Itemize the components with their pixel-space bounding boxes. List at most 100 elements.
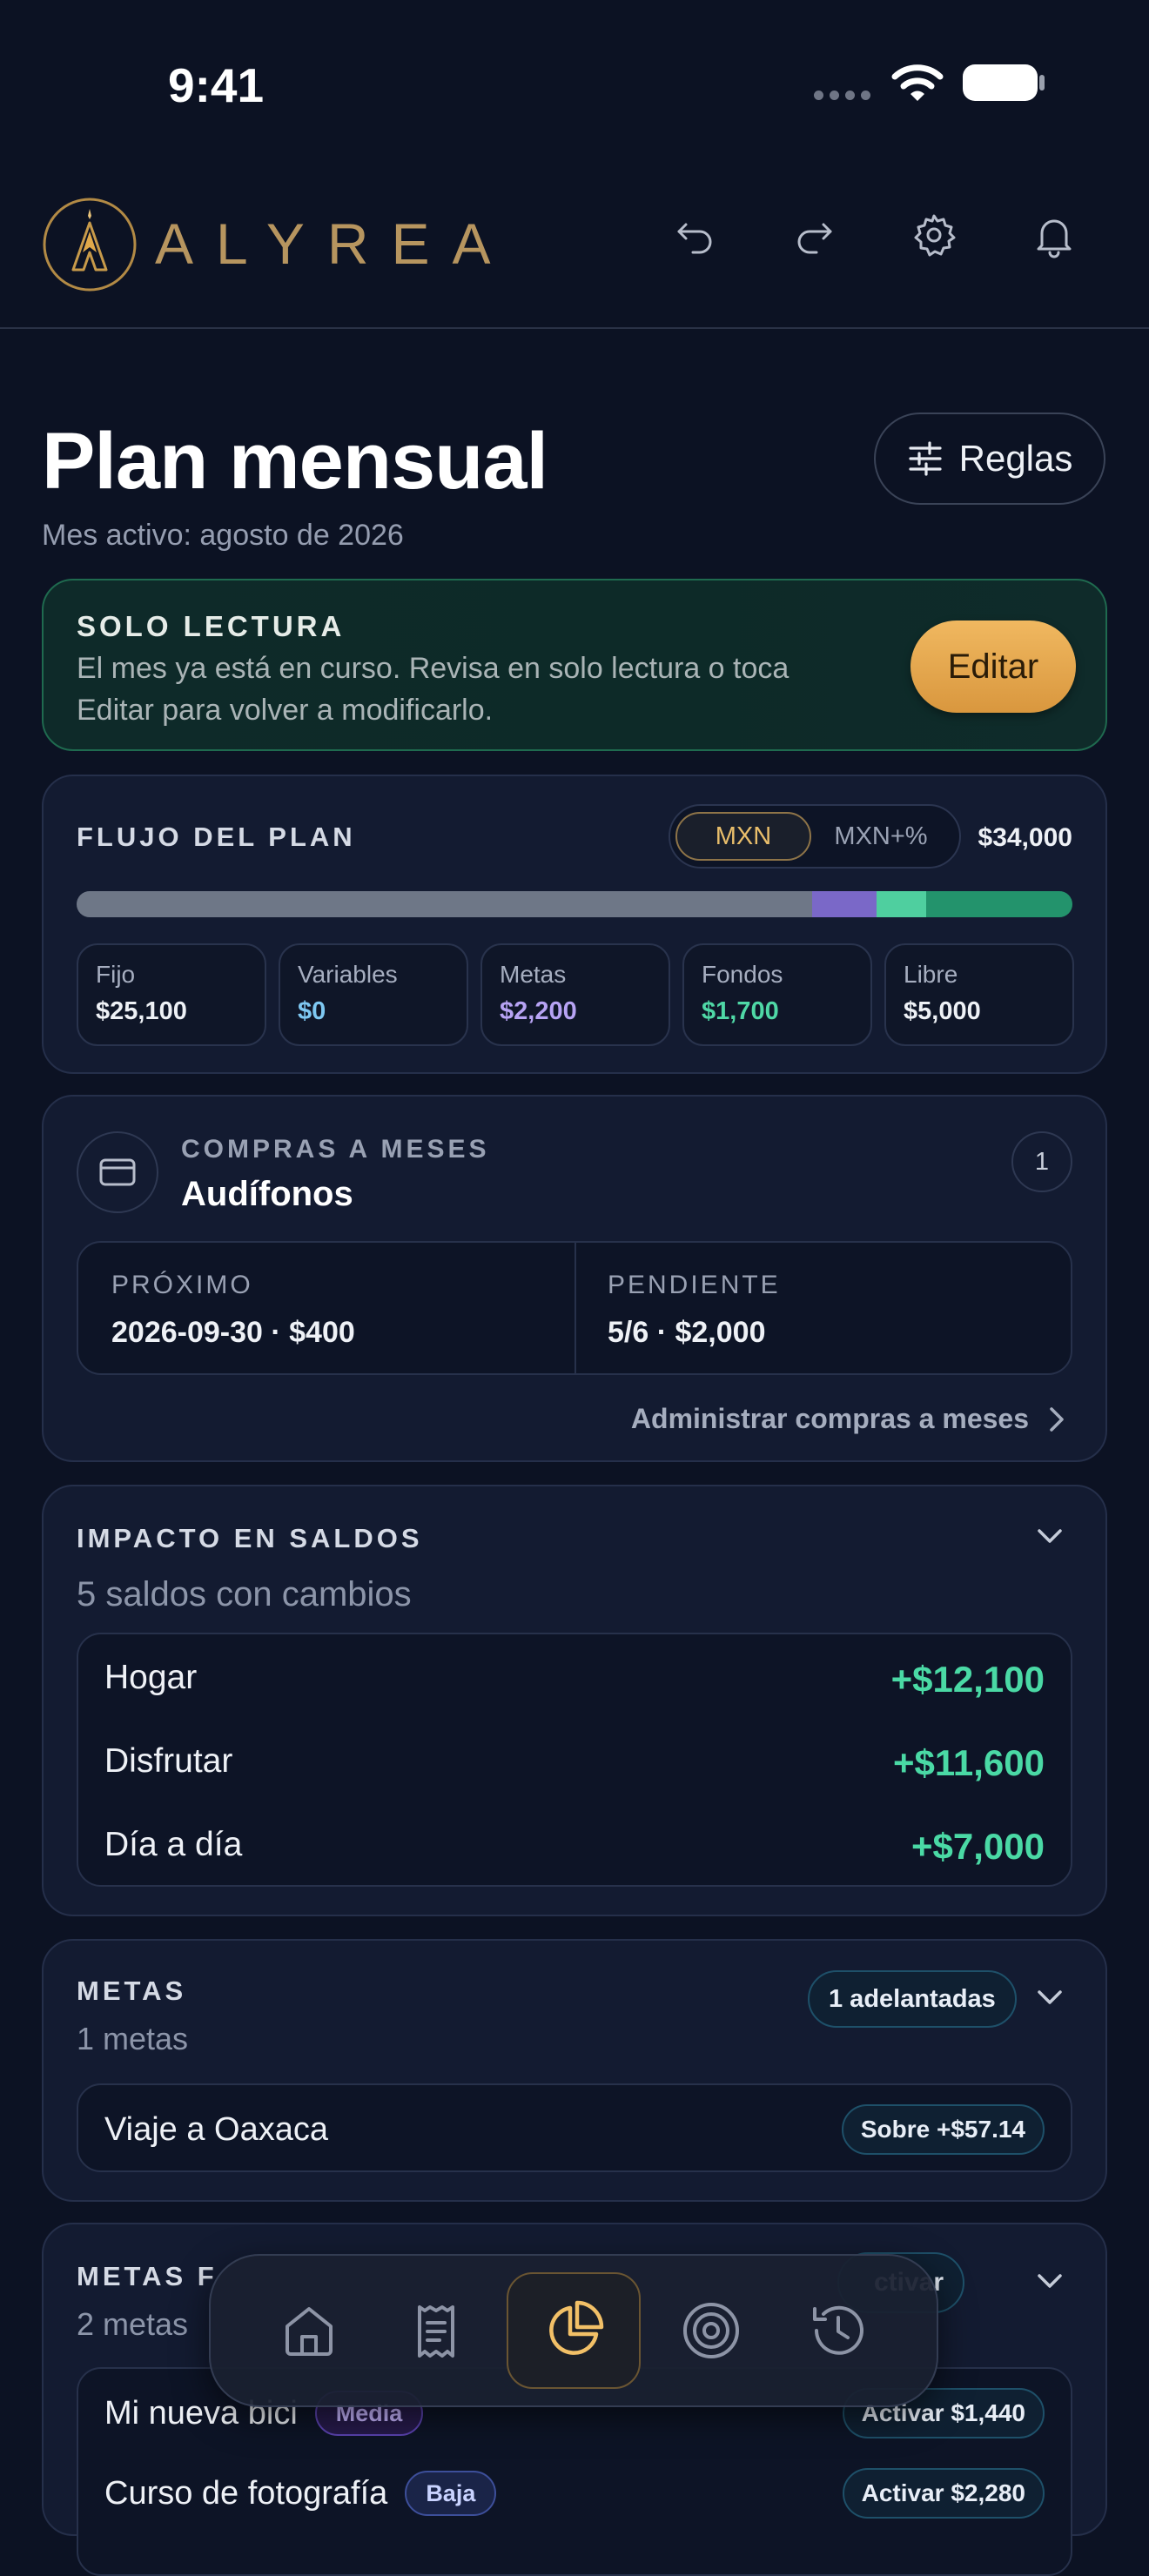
redo-icon	[797, 223, 832, 254]
segment-libre: Libre $5,000	[884, 943, 1074, 1046]
segment-fijo-label: Fijo	[96, 961, 136, 988]
redo-button[interactable]	[789, 209, 841, 261]
segment-metas-label: Metas	[500, 961, 567, 988]
future-goals-subtitle: 2 metas	[77, 2306, 189, 2342]
future-goal-item[interactable]: Curso de fotografía Baja Activar $2,280	[104, 2463, 1045, 2524]
plan-flow-bar	[77, 891, 1072, 917]
impact-collapse-button[interactable]	[1032, 1519, 1067, 1554]
brand-logo-icon	[43, 198, 137, 292]
tab-goals[interactable]	[655, 2274, 768, 2387]
impact-subtitle: 5 saldos con cambios	[77, 1575, 412, 1613]
goals-ahead-badge: 1 adelantadas	[808, 1970, 1017, 2028]
impact-row-name: Día a día	[104, 1826, 243, 1863]
goals-card: METAS 1 metas 1 adelantadas Viaje a Oaxa…	[42, 1939, 1107, 2202]
readonly-title: SOLO LECTURA	[77, 610, 346, 642]
future-goals-collapse-button[interactable]	[1032, 2264, 1067, 2299]
segment-fijo: Fijo $25,100	[77, 943, 266, 1046]
settings-button[interactable]	[908, 209, 960, 261]
segment-fondos: Fondos $1,700	[682, 943, 872, 1046]
impact-row-value: +$12,100	[890, 1659, 1045, 1700]
rules-button[interactable]: Reglas	[874, 413, 1105, 505]
impact-row-value: +$11,600	[892, 1742, 1045, 1783]
installments-item: Audífonos	[181, 1175, 353, 1213]
app-header: ALYREA	[0, 165, 1149, 329]
battery-icon	[963, 64, 1038, 101]
details-divider	[574, 1243, 576, 1373]
flow-bar-segment	[876, 891, 926, 917]
toggle-mxn[interactable]: MXN	[675, 812, 811, 861]
segment-libre-label: Libre	[904, 961, 958, 988]
flow-bar-segment	[811, 891, 877, 917]
currency-toggle: MXN MXN+%	[669, 804, 961, 869]
edit-button-label: Editar	[947, 647, 1039, 686]
manage-installments-link[interactable]: Administrar compras a meses	[631, 1403, 1067, 1435]
goals-subtitle: 1 metas	[77, 2021, 189, 2056]
plan-flow-card: FLUJO DEL PLAN MXN MXN+% $34,000 Fijo $2…	[42, 775, 1107, 1074]
manage-installments-label: Administrar compras a meses	[630, 1403, 1029, 1434]
tab-history[interactable]	[782, 2274, 895, 2387]
readonly-text-line2: Editar para volver a modificarlo.	[77, 694, 494, 727]
sliders-icon	[909, 441, 942, 476]
installments-card: COMPRAS A MESES Audífonos 1 PRÓXIMO 2026…	[42, 1095, 1107, 1462]
signal-icon	[814, 91, 870, 100]
home-icon	[286, 2307, 333, 2356]
impact-row-value: +$7,000	[911, 1826, 1045, 1867]
undo-icon	[677, 223, 712, 254]
impact-row: Día a día +$7,000	[104, 1826, 1045, 1878]
impact-list: Hogar +$12,100 Disfrutar +$11,600 Día a …	[77, 1633, 1072, 1887]
impact-title: IMPACTO EN SALDOS	[77, 1523, 423, 1553]
plan-total: $34,000	[978, 823, 1072, 852]
readonly-text-line1: El mes ya está en curso. Revisa en solo …	[77, 652, 790, 685]
installments-count-badge: 1	[1011, 1131, 1072, 1192]
impact-row: Hogar +$12,100	[104, 1659, 1045, 1711]
tab-plan[interactable]	[507, 2272, 641, 2389]
target-icon	[683, 2303, 739, 2358]
flow-bar-segment	[77, 891, 812, 917]
readonly-banner: SOLO LECTURA El mes ya está en curso. Re…	[42, 579, 1107, 751]
rules-button-label: Reglas	[958, 438, 1073, 479]
future-goal-activate-button[interactable]: Activar $2,280	[842, 2468, 1045, 2519]
status-bar: 9:41	[0, 0, 1149, 165]
segment-variables-label: Variables	[298, 961, 398, 988]
undo-button[interactable]	[669, 209, 721, 261]
segment-fijo-value: $25,100	[96, 997, 187, 1025]
segment-metas-value: $2,200	[500, 997, 577, 1025]
toggle-mxn-percent-label: MXN+%	[834, 822, 928, 850]
future-goal-priority: Baja	[405, 2471, 497, 2516]
plan-flow-title: FLUJO DEL PLAN	[77, 822, 356, 852]
goals-collapse-button[interactable]	[1032, 1981, 1067, 2016]
future-goal-name: Curso de fotografía	[104, 2474, 388, 2512]
chevron-right-icon	[1050, 1406, 1064, 1432]
edit-button[interactable]: Editar	[910, 621, 1076, 713]
segment-fondos-value: $1,700	[702, 997, 779, 1025]
battery-cap	[1039, 75, 1045, 91]
segment-libre-value: $5,000	[904, 997, 981, 1025]
goals-title: METAS	[77, 1976, 187, 2006]
chevron-down-icon	[1038, 1529, 1062, 1543]
wifi-icon	[891, 64, 944, 101]
tab-home[interactable]	[252, 2274, 366, 2387]
impact-row: Disfrutar +$11,600	[104, 1742, 1045, 1794]
toggle-mxn-label: MXN	[715, 822, 772, 850]
goal-status-badge: Sobre +$57.14	[841, 2104, 1045, 2155]
segment-metas: Metas $2,200	[480, 943, 670, 1046]
pending-value: 5/6 · $2,000	[608, 1316, 766, 1349]
bell-icon	[1037, 219, 1072, 258]
page-title: Plan mensual	[42, 417, 548, 506]
goal-name: Viaje a Oaxaca	[104, 2111, 329, 2148]
installments-details: PRÓXIMO 2026-09-30 · $400 PENDIENTE 5/6 …	[77, 1241, 1072, 1375]
history-icon	[813, 2305, 863, 2355]
notifications-button[interactable]	[1028, 209, 1080, 261]
toggle-mxn-percent[interactable]: MXN+%	[811, 812, 951, 861]
tab-transactions[interactable]	[380, 2274, 493, 2387]
flow-bar-segment	[925, 891, 1072, 917]
future-goals-title: METAS F	[77, 2261, 218, 2291]
page-subtitle: Mes activo: agosto de 2026	[42, 519, 404, 552]
chevron-down-icon	[1038, 1990, 1062, 2004]
goal-item[interactable]: Viaje a Oaxaca Sobre +$57.14	[77, 2083, 1072, 2172]
installments-label: COMPRAS A MESES	[181, 1135, 490, 1164]
segment-fondos-label: Fondos	[702, 961, 783, 988]
installments-count: 1	[1034, 1147, 1050, 1176]
impact-row-name: Hogar	[104, 1659, 198, 1696]
chevron-down-icon	[1038, 2274, 1062, 2288]
